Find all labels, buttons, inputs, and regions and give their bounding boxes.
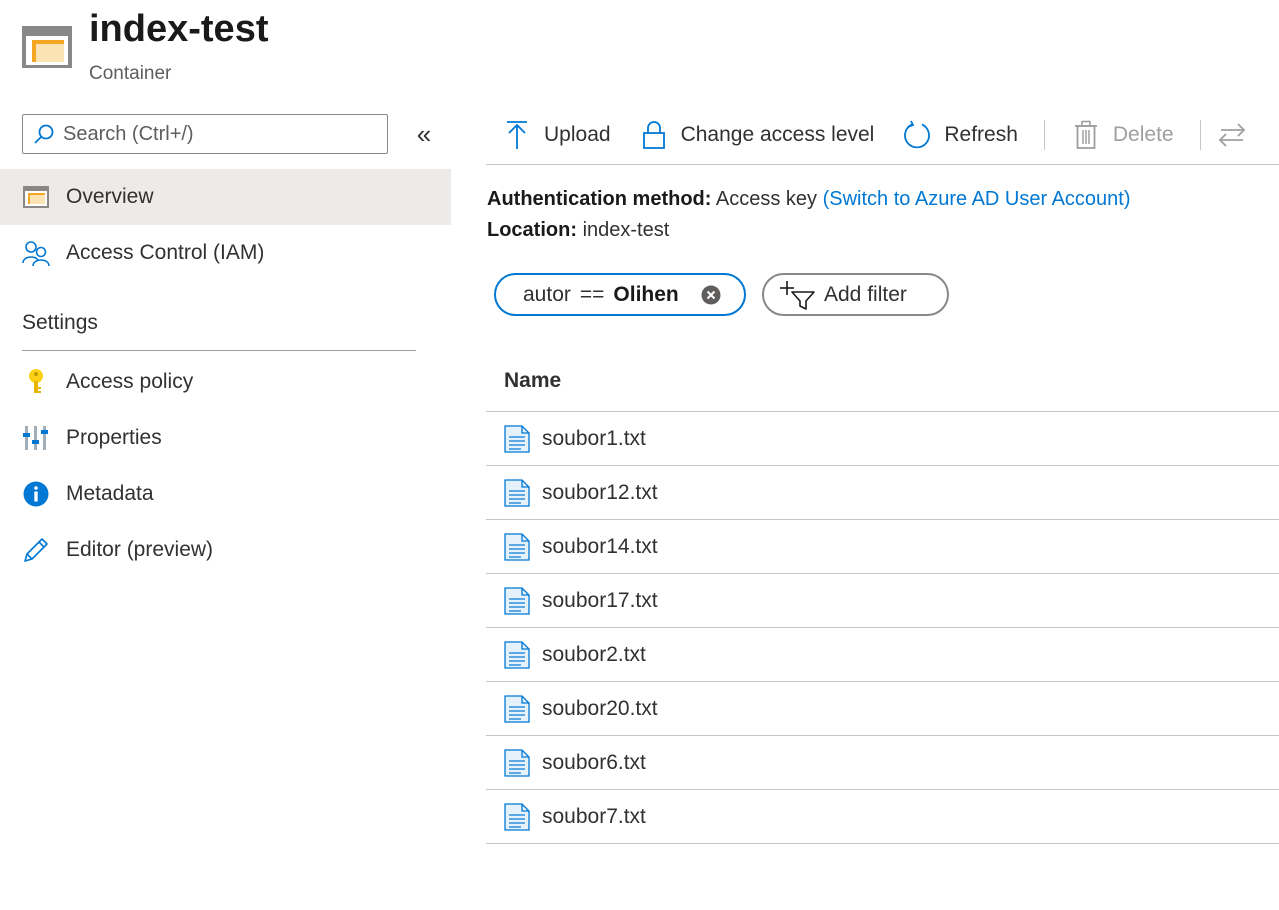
file-icon [504,424,530,453]
sliders-icon [22,424,50,452]
table-row[interactable]: soubor2.txt [486,628,1279,681]
toolbar-divider [486,164,1279,165]
auth-method-value: Access key [715,188,818,210]
auth-method-label: Authentication method: [487,188,712,210]
sidebar-item-access-policy[interactable]: Access policy [0,354,451,410]
table-row[interactable]: soubor12.txt [486,466,1279,519]
page-title: index-test [89,8,269,50]
search-icon [34,124,54,144]
people-icon [22,239,50,267]
delete-button[interactable]: Delete [1057,112,1188,158]
swap-arrows-icon [1217,120,1247,150]
pencil-icon [22,536,50,564]
column-header-name[interactable]: Name [504,369,561,393]
file-icon [504,532,530,561]
file-icon [504,640,530,669]
table-row[interactable]: soubor6.txt [486,736,1279,789]
filter-value: Olihen [613,282,679,306]
add-filter-icon [780,280,815,310]
sidebar-item-overview[interactable]: Overview [0,169,451,225]
sidebar-item-label: Overview [66,185,154,208]
key-icon [22,368,50,396]
filter-key: autor [523,282,571,306]
file-icon [504,586,530,615]
file-name: soubor20.txt [542,696,658,720]
upload-icon [502,120,532,150]
switch-auth-link[interactable]: (Switch to Azure AD User Account) [823,188,1131,210]
container-icon [22,183,50,211]
sidebar-item-label: Editor (preview) [66,538,214,561]
add-filter-label: Add filter [824,282,907,306]
file-icon [504,748,530,777]
location-value: index-test [582,219,670,241]
toolbar-separator [1043,120,1045,150]
sidebar-item-editor[interactable]: Editor (preview) [0,522,451,578]
file-name: soubor17.txt [542,588,658,612]
file-icon [504,802,530,831]
table-row[interactable]: soubor1.txt [486,412,1279,465]
file-name: soubor2.txt [542,642,646,666]
row-divider [486,843,1279,844]
sidebar-item-metadata[interactable]: Metadata [0,466,451,522]
upload-button[interactable]: Upload [486,112,625,158]
active-filter-pill[interactable]: autor == Olihen [494,273,746,316]
sidebar-item-label: Access Control (IAM) [66,241,265,264]
table-row[interactable]: soubor14.txt [486,520,1279,573]
collapse-sidebar-button[interactable]: « [408,118,440,150]
refresh-button[interactable]: Refresh [888,112,1032,158]
table-row[interactable]: soubor17.txt [486,574,1279,627]
sidebar-item-properties[interactable]: Properties [0,410,451,466]
file-name: soubor14.txt [542,534,658,558]
file-name: soubor12.txt [542,480,658,504]
page-subtitle: Container [89,63,172,84]
table-row[interactable]: soubor20.txt [486,682,1279,735]
file-name: soubor7.txt [542,804,646,828]
file-icon [504,478,530,507]
table-row[interactable]: soubor7.txt [486,790,1279,843]
refresh-icon [902,120,932,150]
change-tier-button[interactable] [1213,112,1273,158]
divider [22,350,416,351]
container-icon [22,26,72,68]
trash-icon [1071,120,1101,150]
sidebar-item-label: Metadata [66,482,154,505]
file-name: soubor1.txt [542,426,646,450]
command-bar: Upload Change access level Refresh Delet… [486,112,1279,158]
search-input[interactable] [63,122,387,146]
change-access-level-button[interactable]: Change access level [625,112,889,158]
file-icon [504,694,530,723]
location-label: Location: [487,219,577,241]
info-icon [22,480,50,508]
sidebar-item-label: Access policy [66,370,194,393]
search-box[interactable] [22,114,388,154]
clear-filter-icon[interactable] [701,285,721,305]
add-filter-button[interactable]: Add filter [762,273,949,316]
toolbar-separator [1199,120,1201,150]
sidebar-item-label: Properties [66,426,162,449]
sidebar-item-access-control[interactable]: Access Control (IAM) [0,225,451,281]
auth-method-line: Authentication method: Access key (Switc… [487,188,1131,211]
file-name: soubor6.txt [542,750,646,774]
filter-operator: == [579,282,605,306]
settings-heading: Settings [22,311,98,334]
lock-icon [639,120,669,150]
location-line: Location: index-test [487,219,669,242]
